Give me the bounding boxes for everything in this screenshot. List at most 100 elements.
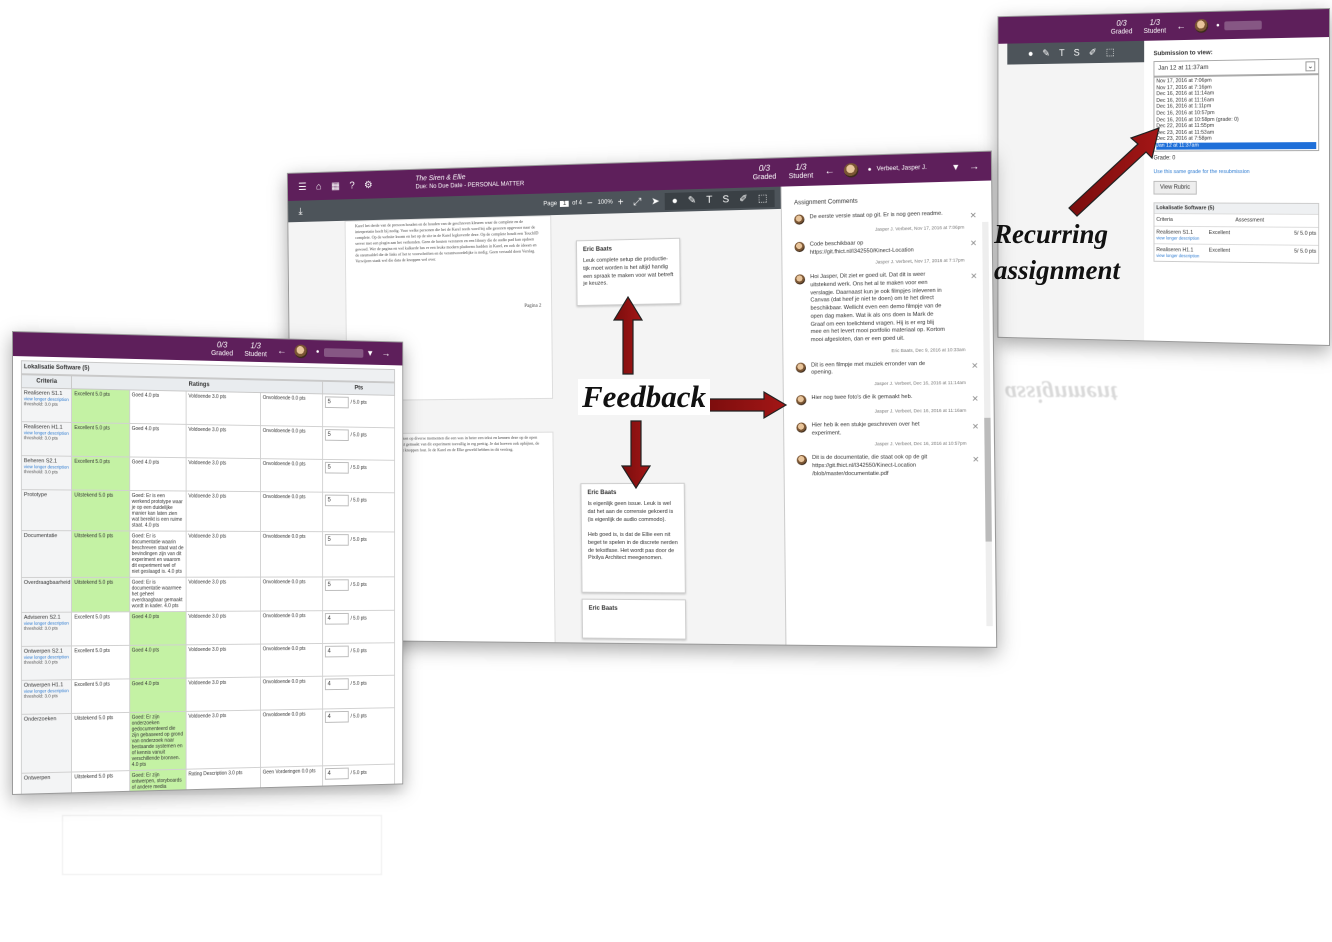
rating-cell[interactable]: Onvoldoende 0.0 pts — [260, 610, 323, 645]
annotation-note[interactable]: Eric Baats Leuk complete setup die produc… — [575, 237, 681, 307]
rating-cell[interactable]: Voldoende 3.0 pts — [185, 644, 261, 679]
rating-cell[interactable]: Voldoende 3.0 pts — [185, 490, 261, 532]
rating-cell[interactable]: Rating Description 3.0 pts — [185, 767, 261, 795]
delete-comment-icon[interactable]: ✕ — [970, 272, 977, 281]
rating-cell[interactable]: Onvoldoende 0.0 pts — [260, 708, 323, 768]
rating-cell[interactable]: Onvoldoende 0.0 pts — [260, 425, 323, 460]
rating-cell[interactable]: Voldoende 3.0 pts — [185, 424, 261, 459]
rating-cell[interactable]: Voldoende 3.0 pts — [185, 391, 261, 426]
rating-cell[interactable]: Voldoende 3.0 pts — [185, 577, 261, 612]
fullscreen-icon[interactable]: ⤢ — [633, 196, 641, 207]
points-input[interactable]: 5 — [324, 396, 349, 409]
next-student-arrow-icon[interactable]: → — [969, 161, 980, 173]
zoom-in-icon[interactable]: + — [618, 197, 624, 208]
points-input[interactable]: 4 — [324, 767, 349, 780]
points-input[interactable]: 4 — [324, 710, 349, 723]
chart-icon[interactable]: ▦ — [331, 180, 340, 191]
submission-option[interactable]: Jan 12 at 11:37am — [1156, 142, 1317, 150]
area-icon[interactable]: ⬚ — [1106, 47, 1115, 58]
points-input[interactable]: 5 — [324, 461, 349, 474]
rating-cell[interactable]: Goed 4.0 pts — [129, 611, 186, 646]
menu-icon[interactable]: ☰ — [298, 181, 307, 192]
rating-cell[interactable]: Goed: Er zijn onderzoeken gedocumenteerd… — [129, 711, 186, 771]
points-input[interactable]: 4 — [324, 678, 349, 691]
points-input[interactable]: 5 — [324, 579, 349, 591]
points-input[interactable]: 5 — [324, 429, 349, 442]
rating-cell[interactable]: Goed 4.0 pts — [129, 678, 186, 713]
rating-cell[interactable]: Uitstekend 5.0 pts — [71, 770, 130, 795]
rating-cell[interactable]: Voldoende 3.0 pts — [185, 457, 261, 492]
next-student-arrow-icon[interactable]: → — [381, 348, 390, 359]
rating-cell[interactable]: Excellent 5.0 pts — [71, 422, 130, 457]
points-input[interactable]: 5 — [324, 494, 349, 507]
rating-cell[interactable]: Geen Vorderingen 0.0 pts — [260, 765, 323, 795]
delete-comment-icon[interactable]: ✕ — [971, 361, 978, 370]
home-icon[interactable]: ⌂ — [316, 181, 322, 192]
rating-cell[interactable]: Voldoende 3.0 pts — [185, 611, 261, 645]
rating-cell[interactable]: Goed: Er zijn ontwerpen, storyboards of … — [129, 769, 186, 795]
rating-cell[interactable]: Onvoldoende 0.0 pts — [260, 491, 323, 532]
rating-cell[interactable]: Goed 4.0 pts — [129, 389, 186, 425]
annotation-note[interactable]: Eric Baats — [581, 598, 687, 640]
rating-cell[interactable]: Excellent 5.0 pts — [71, 388, 130, 424]
point-icon[interactable]: ● — [1028, 48, 1033, 59]
pen-icon[interactable]: ✎ — [688, 195, 697, 206]
prev-student-arrow-icon[interactable]: ← — [277, 345, 286, 356]
rating-cell[interactable]: Uitstekend 5.0 pts — [71, 712, 130, 773]
rating-cell[interactable]: Goed 4.0 pts — [129, 423, 186, 458]
view-description-link[interactable]: view longer description — [1156, 253, 1208, 259]
draw-icon[interactable]: ✐ — [1089, 47, 1097, 58]
submission-select[interactable]: Jan 12 at 11:37am ⌄ — [1153, 58, 1320, 77]
dropdown-caret-icon[interactable]: ▾ — [368, 348, 373, 359]
download-icon[interactable]: ⤓ — [298, 206, 302, 217]
rating-cell[interactable]: Voldoende 3.0 pts — [185, 677, 261, 712]
zoom-out-icon[interactable]: − — [587, 198, 593, 209]
rating-cell[interactable]: Uitstekend 5.0 pts — [71, 530, 130, 578]
delete-comment-icon[interactable]: ✕ — [972, 422, 979, 431]
strike-icon[interactable]: S — [722, 194, 729, 205]
point-icon[interactable]: ● — [672, 195, 678, 206]
points-input[interactable]: 5 — [324, 534, 349, 546]
pen-icon[interactable]: ✎ — [1042, 48, 1050, 59]
delete-comment-icon[interactable]: ✕ — [970, 211, 977, 220]
cursor-icon[interactable]: ➤ — [651, 196, 659, 207]
rating-cell[interactable]: Goed 4.0 pts — [129, 456, 186, 491]
student-name-select[interactable] — [1224, 20, 1262, 30]
student-name-select[interactable] — [323, 347, 364, 358]
rating-cell[interactable]: Goed: Er is documentatie waarmee het geh… — [129, 577, 186, 612]
prev-student-arrow-icon[interactable]: ← — [1176, 21, 1185, 32]
delete-comment-icon[interactable]: ✕ — [972, 455, 979, 464]
rating-cell[interactable]: Onvoldoende 0.0 pts — [260, 392, 323, 427]
delete-comment-icon[interactable]: ✕ — [972, 394, 979, 403]
page-input[interactable]: 1 — [559, 200, 570, 207]
rating-cell[interactable]: Goed: Er is documentatie waarin beschrev… — [129, 530, 186, 578]
reuse-grade-link[interactable]: Use this same grade for the resubmission — [1153, 169, 1319, 175]
text-icon[interactable]: T — [1059, 48, 1065, 59]
delete-comment-icon[interactable]: ✕ — [970, 239, 977, 248]
rating-cell[interactable]: Onvoldoende 0.0 pts — [260, 531, 323, 578]
rating-cell[interactable]: Voldoende 3.0 pts — [185, 531, 261, 578]
chevron-down-icon[interactable]: ⌄ — [1305, 61, 1316, 72]
view-description-link[interactable]: view longer description — [1156, 235, 1208, 240]
points-input[interactable]: 4 — [324, 645, 349, 658]
student-name-select[interactable]: Verbeet, Jasper J. — [877, 165, 927, 173]
grade-input[interactable]: 0 — [1172, 155, 1175, 161]
rating-cell[interactable]: Uitstekend 5.0 pts — [71, 490, 130, 531]
points-input[interactable]: 4 — [324, 612, 349, 625]
prev-student-arrow-icon[interactable]: ← — [824, 165, 834, 177]
scrollbar-thumb[interactable] — [984, 417, 992, 542]
rating-cell[interactable]: Goed: Er is een werkend prototype waar j… — [129, 490, 186, 532]
gear-icon[interactable]: ⚙ — [364, 179, 373, 190]
rating-cell[interactable]: Onvoldoende 0.0 pts — [260, 458, 323, 493]
rating-cell[interactable]: Goed 4.0 pts — [129, 644, 186, 679]
strike-icon[interactable]: S — [1074, 47, 1080, 58]
rating-cell[interactable]: Voldoende 3.0 pts — [185, 710, 261, 770]
rating-cell[interactable]: Onvoldoende 0.0 pts — [260, 643, 323, 678]
annotation-note[interactable]: Eric Baats Is eigenlijk geen issue. Leuk … — [580, 482, 686, 594]
dropdown-caret-icon[interactable]: ▾ — [953, 161, 958, 172]
help-icon[interactable]: ? — [349, 180, 354, 191]
text-icon[interactable]: T — [706, 194, 712, 205]
area-icon[interactable]: ⬚ — [758, 193, 768, 204]
draw-icon[interactable]: ✐ — [739, 193, 748, 204]
rating-cell[interactable]: Uitstekend 5.0 pts — [71, 577, 130, 613]
